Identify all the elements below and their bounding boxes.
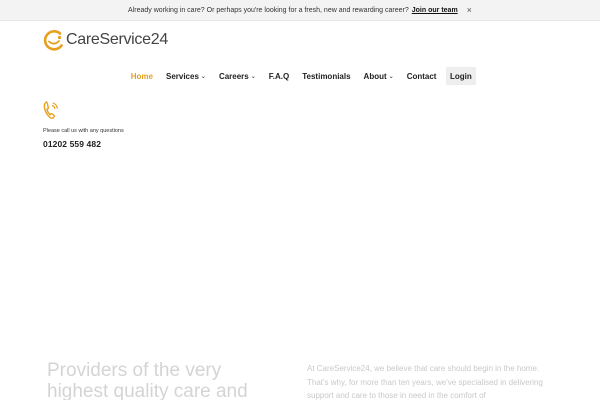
nav-item-contact[interactable]: Contact bbox=[400, 67, 443, 85]
nav-item-careers[interactable]: Careers ⌄ bbox=[212, 67, 262, 85]
site-logo[interactable]: CareService24 bbox=[43, 28, 168, 52]
hero-intro-text: At CareService24, we believe that care s… bbox=[307, 364, 543, 400]
nav-item-label: About bbox=[363, 71, 387, 81]
call-us-block: Please call us with any questions 01202 … bbox=[43, 100, 124, 149]
brand-wordmark: CareService24 bbox=[66, 31, 168, 49]
announcement-message: Already working in care? Or perhaps you'… bbox=[128, 6, 409, 14]
brand-name: CareService bbox=[66, 31, 151, 48]
login-button[interactable]: Login bbox=[445, 67, 476, 85]
hero-title: Providers of the very highest quality ca… bbox=[47, 360, 248, 400]
nav-item-home[interactable]: Home bbox=[124, 67, 159, 85]
login-label: Login bbox=[449, 71, 472, 81]
nav-item-services[interactable]: Services ⌄ bbox=[159, 67, 212, 85]
announcement-bar: Already working in care? Or perhaps you'… bbox=[0, 0, 600, 21]
nav-item-faq[interactable]: F.A.Q bbox=[262, 67, 295, 85]
close-icon[interactable]: × bbox=[467, 5, 472, 15]
nav-item-label: Testimonials bbox=[302, 71, 351, 81]
nav-item-label: Careers bbox=[218, 71, 249, 81]
nav-item-label: F.A.Q bbox=[268, 71, 290, 81]
phone-number[interactable]: 01202 559 482 bbox=[43, 139, 124, 149]
chevron-down-icon: ⌄ bbox=[250, 73, 256, 80]
nav-item-testimonials[interactable]: Testimonials bbox=[296, 67, 357, 85]
chevron-down-icon: ⌄ bbox=[388, 73, 394, 80]
nav-item-label: Services bbox=[165, 71, 199, 81]
phone-ringing-icon bbox=[43, 101, 58, 119]
nav-item-label: Home bbox=[130, 71, 153, 81]
nav-item-about[interactable]: About ⌄ bbox=[357, 67, 400, 85]
chevron-down-icon: ⌄ bbox=[200, 73, 206, 80]
join-our-team-link[interactable]: Join our team bbox=[412, 7, 458, 14]
main-navigation: Home Services ⌄ Careers ⌄ F.A.Q Testimonia… bbox=[0, 66, 600, 86]
care-c-logo-icon bbox=[43, 30, 63, 51]
nav-item-label: Contact bbox=[406, 71, 437, 81]
call-note: Please call us with any questions bbox=[43, 128, 124, 134]
brand-number: 24 bbox=[150, 31, 169, 48]
